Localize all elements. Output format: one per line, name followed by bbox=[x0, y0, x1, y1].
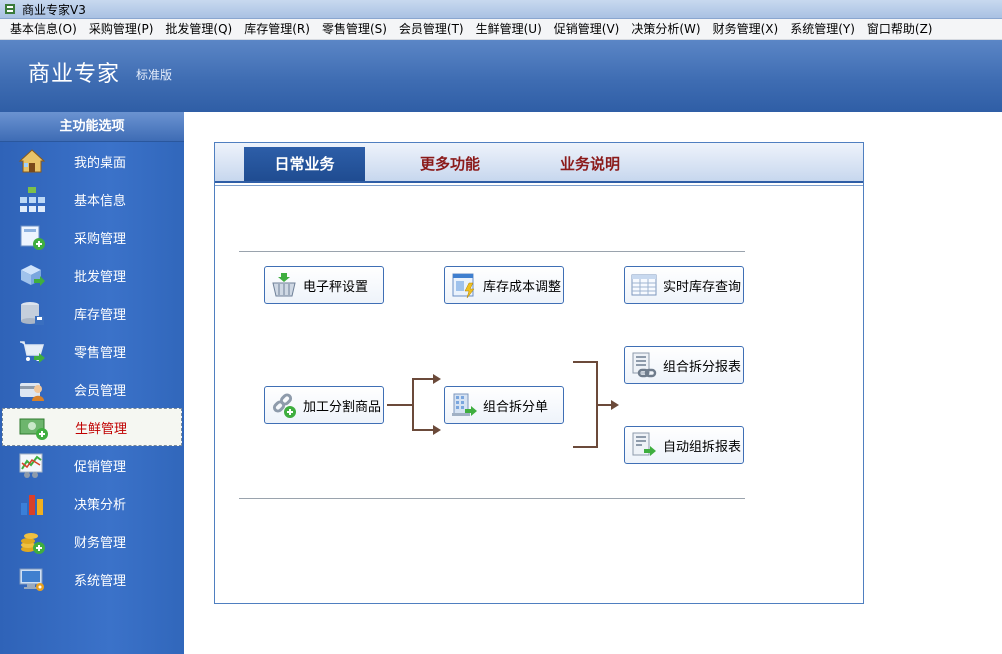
sidebar-item-finance[interactable]: 财务管理 bbox=[0, 522, 184, 560]
member-icon bbox=[16, 374, 48, 404]
menu-inventory[interactable]: 库存管理(R) bbox=[238, 19, 316, 40]
auto-combo-report-button[interactable]: 自动组拆报表 bbox=[624, 426, 744, 464]
combo-split-report-button[interactable]: 组合拆分报表 bbox=[624, 346, 744, 384]
menu-wholesale[interactable]: 批发管理(Q) bbox=[159, 19, 238, 40]
sidebar-item-label: 我的桌面 bbox=[74, 155, 127, 171]
sidebar-item-label: 会员管理 bbox=[74, 383, 127, 399]
wholesale-icon bbox=[16, 260, 48, 290]
menu-decision[interactable]: 决策分析(W) bbox=[625, 19, 706, 40]
cost-adjust-icon bbox=[449, 270, 479, 300]
cash-icon bbox=[17, 412, 49, 442]
menu-retail[interactable]: 零售管理(S) bbox=[316, 19, 393, 40]
sidebar: 主功能选项 我的桌面 基本信息 采购管理 批发管理 库存管理 零售管理 会员管理… bbox=[0, 112, 184, 654]
chart-line-icon bbox=[16, 450, 48, 480]
menu-window-help[interactable]: 窗口帮助(Z) bbox=[861, 19, 939, 40]
tab-daily-business[interactable]: 日常业务 bbox=[244, 147, 365, 181]
sidebar-item-inventory[interactable]: 库存管理 bbox=[0, 294, 184, 332]
daily-business-content: 电子秤设置 库存成本调整 实时库存查询 加工分割商品 组合拆分单 组合拆分报表 … bbox=[215, 185, 863, 603]
sidebar-item-label: 零售管理 bbox=[74, 345, 127, 361]
sidebar-item-retail[interactable]: 零售管理 bbox=[0, 332, 184, 370]
coins-icon bbox=[16, 526, 48, 556]
sidebar-item-label: 采购管理 bbox=[74, 231, 127, 247]
title-bar: 商业专家V3 bbox=[0, 0, 1002, 19]
sidebar-item-label: 系统管理 bbox=[74, 573, 127, 589]
scale-settings-label: 电子秤设置 bbox=[303, 279, 369, 295]
sidebar-item-system[interactable]: 系统管理 bbox=[0, 560, 184, 598]
chain-link-icon bbox=[269, 390, 299, 420]
brand-title: 商业专家 bbox=[28, 62, 121, 87]
edition-label: 标准版 bbox=[136, 68, 173, 82]
sidebar-item-purchase[interactable]: 采购管理 bbox=[0, 218, 184, 256]
main-panel: 日常业务 更多功能 业务说明 电子秤设置 库存成本调整 实时库存查询 加工分割商… bbox=[214, 142, 864, 604]
combo-split-order-label: 组合拆分单 bbox=[483, 399, 549, 415]
home-icon bbox=[16, 146, 48, 176]
scale-basket-icon bbox=[269, 270, 299, 300]
auto-combo-report-label: 自动组拆报表 bbox=[663, 439, 742, 455]
sidebar-item-label: 库存管理 bbox=[74, 307, 127, 323]
sidebar-item-label: 促销管理 bbox=[74, 459, 127, 475]
report-arrow-icon bbox=[629, 430, 659, 460]
menu-promotion[interactable]: 促销管理(V) bbox=[548, 19, 626, 40]
menu-basic-info[interactable]: 基本信息(O) bbox=[4, 19, 83, 40]
sidebar-item-label: 批发管理 bbox=[74, 269, 127, 285]
menu-purchase[interactable]: 采购管理(P) bbox=[83, 19, 160, 40]
menu-finance[interactable]: 财务管理(X) bbox=[707, 19, 785, 40]
table-grid-icon bbox=[629, 270, 659, 300]
combo-split-report-label: 组合拆分报表 bbox=[663, 359, 742, 375]
scale-settings-button[interactable]: 电子秤设置 bbox=[264, 266, 384, 304]
process-split-button[interactable]: 加工分割商品 bbox=[264, 386, 384, 424]
tab-bar: 日常业务 更多功能 业务说明 bbox=[215, 143, 863, 183]
sidebar-item-label: 财务管理 bbox=[74, 535, 127, 551]
sidebar-item-desktop[interactable]: 我的桌面 bbox=[0, 142, 184, 180]
sidebar-item-fresh[interactable]: 生鲜管理 bbox=[2, 408, 182, 446]
org-chart-icon bbox=[16, 184, 48, 214]
app-header: 商业专家 标准版 bbox=[0, 40, 1002, 112]
building-arrow-icon bbox=[449, 390, 479, 420]
menu-system[interactable]: 系统管理(Y) bbox=[784, 19, 861, 40]
combo-split-order-button[interactable]: 组合拆分单 bbox=[444, 386, 564, 424]
report-chain-icon bbox=[629, 350, 659, 380]
app-icon bbox=[4, 3, 16, 15]
sidebar-item-decision[interactable]: 决策分析 bbox=[0, 484, 184, 522]
database-icon bbox=[16, 298, 48, 328]
sidebar-item-label: 生鲜管理 bbox=[75, 421, 128, 437]
sidebar-item-member[interactable]: 会员管理 bbox=[0, 370, 184, 408]
menu-member[interactable]: 会员管理(T) bbox=[393, 19, 470, 40]
sidebar-item-wholesale[interactable]: 批发管理 bbox=[0, 256, 184, 294]
computer-icon bbox=[16, 564, 48, 594]
menu-fresh[interactable]: 生鲜管理(U) bbox=[470, 19, 548, 40]
realtime-stock-label: 实时库存查询 bbox=[663, 279, 742, 295]
cost-adjust-button[interactable]: 库存成本调整 bbox=[444, 266, 564, 304]
cart-icon bbox=[16, 336, 48, 366]
sidebar-item-basic-info[interactable]: 基本信息 bbox=[0, 180, 184, 218]
tab-business-notes[interactable]: 业务说明 bbox=[540, 147, 640, 181]
bar-chart-icon bbox=[16, 488, 48, 518]
process-split-label: 加工分割商品 bbox=[303, 399, 382, 415]
sidebar-item-label: 决策分析 bbox=[74, 497, 127, 513]
sidebar-item-promotion[interactable]: 促销管理 bbox=[0, 446, 184, 484]
menu-bar: 基本信息(O) 采购管理(P) 批发管理(Q) 库存管理(R) 零售管理(S) … bbox=[0, 19, 1002, 40]
cost-adjust-label: 库存成本调整 bbox=[483, 279, 562, 295]
purchase-icon bbox=[16, 222, 48, 252]
tab-more-functions[interactable]: 更多功能 bbox=[400, 147, 500, 181]
window-title: 商业专家V3 bbox=[22, 2, 86, 17]
sidebar-title: 主功能选项 bbox=[0, 112, 184, 142]
realtime-stock-button[interactable]: 实时库存查询 bbox=[624, 266, 744, 304]
sidebar-item-label: 基本信息 bbox=[74, 193, 127, 209]
